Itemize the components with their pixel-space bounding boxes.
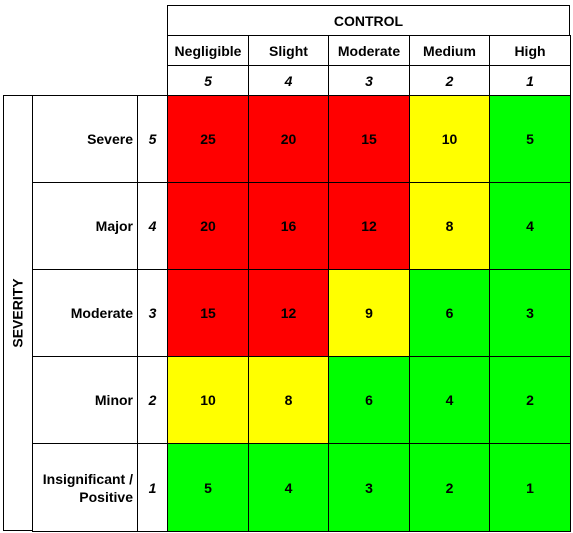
risk-cell: 4 [409, 356, 490, 444]
risk-cell: 20 [248, 95, 329, 183]
severity-row-label: Major [32, 182, 138, 270]
severity-title-text: SEVERITY [10, 278, 26, 348]
risk-cell: 16 [248, 182, 329, 270]
severity-title: SEVERITY [3, 95, 33, 531]
risk-cell: 15 [167, 269, 249, 357]
control-column-score: 2 [409, 65, 490, 96]
risk-cell: 4 [489, 182, 571, 270]
control-column-score: 1 [489, 65, 571, 96]
control-column-label: Negligible [167, 35, 249, 66]
risk-cell: 9 [328, 269, 410, 357]
risk-cell: 12 [248, 269, 329, 357]
severity-row-score: 5 [137, 95, 168, 183]
control-column-score: 3 [328, 65, 410, 96]
risk-cell: 12 [328, 182, 410, 270]
risk-cell: 6 [409, 269, 490, 357]
risk-cell: 6 [328, 356, 410, 444]
risk-cell: 25 [167, 95, 249, 183]
risk-cell: 2 [489, 356, 571, 444]
severity-row-label: Insignificant / Positive [32, 443, 138, 532]
control-column-label: Slight [248, 35, 329, 66]
risk-cell: 3 [489, 269, 571, 357]
control-column-score: 4 [248, 65, 329, 96]
risk-cell: 2 [409, 443, 490, 532]
severity-row-label: Moderate [32, 269, 138, 357]
risk-cell: 5 [489, 95, 571, 183]
risk-cell: 10 [409, 95, 490, 183]
severity-row-label: Minor [32, 356, 138, 444]
risk-cell: 3 [328, 443, 410, 532]
control-column-score: 5 [167, 65, 249, 96]
risk-cell: 8 [248, 356, 329, 444]
risk-cell: 15 [328, 95, 410, 183]
severity-row-score: 1 [137, 443, 168, 532]
severity-row-score: 2 [137, 356, 168, 444]
risk-cell: 10 [167, 356, 249, 444]
risk-cell: 4 [248, 443, 329, 532]
risk-cell: 1 [489, 443, 571, 532]
risk-cell: 20 [167, 182, 249, 270]
severity-row-score: 3 [137, 269, 168, 357]
control-column-label: Moderate [328, 35, 410, 66]
severity-row-label: Severe [32, 95, 138, 183]
control-column-label: High [489, 35, 571, 66]
risk-cell: 5 [167, 443, 249, 532]
risk-cell: 8 [409, 182, 490, 270]
control-column-label: Medium [409, 35, 490, 66]
severity-row-score: 4 [137, 182, 168, 270]
control-title: CONTROL [167, 5, 570, 36]
